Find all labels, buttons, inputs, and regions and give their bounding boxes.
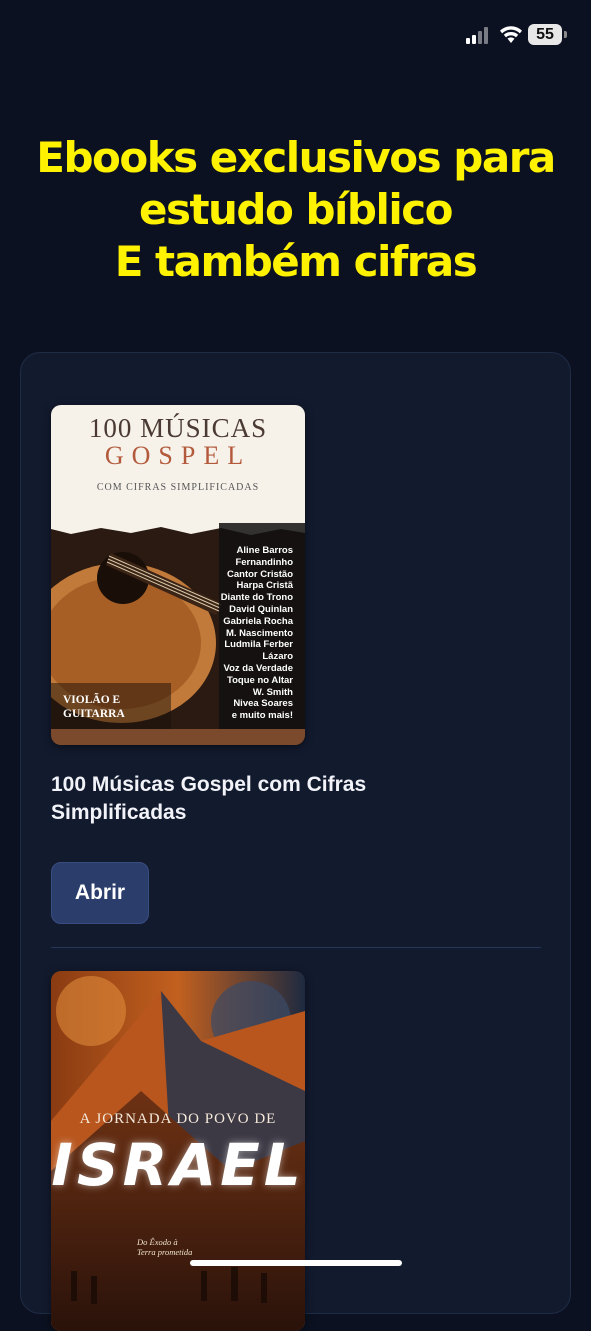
list-divider — [51, 947, 541, 948]
page-headline: Ebooks exclusivos para estudo bíblico E … — [0, 132, 591, 288]
status-bar: 55 — [0, 0, 591, 70]
headline-line-3: E também cifras — [114, 237, 478, 286]
cover-title-line-1: 100 MÚSICAS — [88, 413, 268, 443]
cover-title-line-2: ISRAEL — [51, 1131, 305, 1199]
headline-line-2: estudo bíblico — [138, 185, 454, 234]
open-book-button[interactable]: Abrir — [51, 862, 149, 924]
cover-footer-text: VIOLÃO E GUITARRA — [63, 694, 125, 720]
ebooks-list-card: 100 MÚSICAS GOSPEL COM CIFRAS SIMPLIFICA… — [20, 352, 571, 1331]
home-indicator[interactable] — [190, 1260, 402, 1266]
wifi-icon — [500, 26, 522, 43]
cellular-signal-icon — [466, 26, 492, 44]
battery-indicator: 55 — [528, 24, 567, 45]
cover-artist-list: Aline Barros Fernandinho Cantor Cristão … — [220, 545, 293, 722]
book-title: 100 Músicas Gospel com Cifras Simplifica… — [51, 773, 367, 824]
headline-line-1: Ebooks exclusivos para — [36, 133, 556, 182]
cover-title-line-2: GOSPEL — [104, 441, 252, 470]
cover-title-line-1: A JORNADA DO POVO DE — [79, 1111, 277, 1127]
cover-subtitle: COM CIFRAS SIMPLIFICADAS — [96, 482, 260, 493]
book-cover-jornada-israel[interactable]: A JORNADA DO POVO DE ISRAEL Do Êxodo à T… — [51, 971, 305, 1331]
cover-subtitle: Do Êxodo à Terra prometida — [137, 1237, 193, 1257]
cover-bottom-band — [51, 729, 305, 745]
book-cover-100-musicas-gospel[interactable]: 100 MÚSICAS GOSPEL COM CIFRAS SIMPLIFICA… — [51, 405, 305, 745]
